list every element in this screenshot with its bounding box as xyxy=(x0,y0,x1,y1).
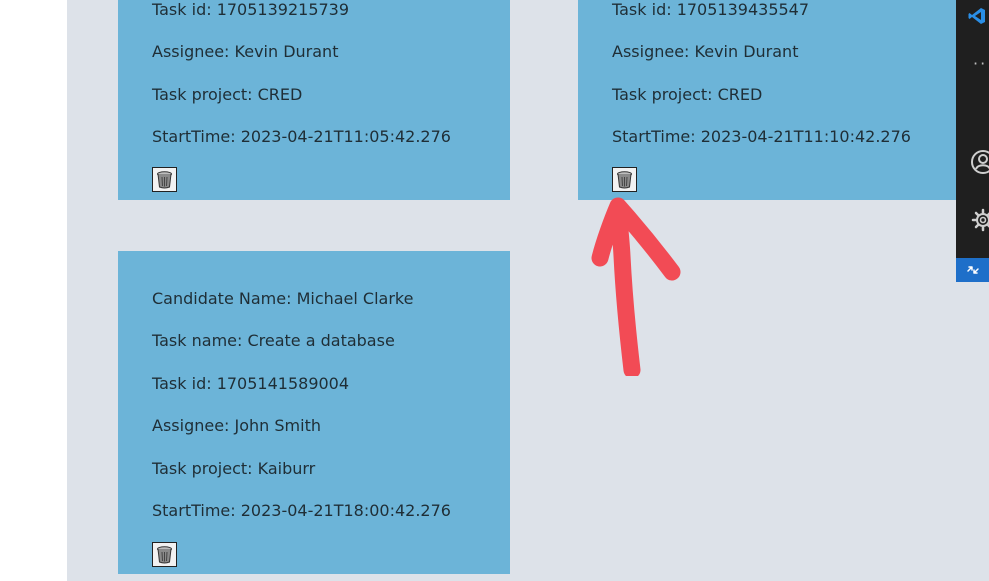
vscode-activity-bar: ·· xyxy=(956,0,989,282)
remote-connection-icon xyxy=(966,266,979,274)
trash-icon xyxy=(617,171,632,189)
red-arrow-annotation xyxy=(591,197,681,376)
remote-indicator[interactable] xyxy=(956,258,989,282)
ellipsis-icon[interactable]: ·· xyxy=(973,54,987,73)
gear-icon[interactable] xyxy=(970,207,989,233)
task-assignee: Assignee: Kevin Durant xyxy=(152,42,339,61)
task-id: Task id: 1705139215739 xyxy=(152,0,350,19)
task-id: Task id: 1705141589004 xyxy=(152,374,350,393)
task-start-time: StartTime: 2023-04-21T11:05:42.276 xyxy=(152,127,451,146)
trash-icon xyxy=(157,171,172,189)
trash-icon xyxy=(157,546,172,564)
account-icon[interactable] xyxy=(970,149,989,175)
task-project: Task project: CRED xyxy=(152,85,303,104)
task-id: Task id: 1705139435547 xyxy=(612,0,810,19)
task-start-time: StartTime: 2023-04-21T18:00:42.276 xyxy=(152,501,451,520)
delete-task-button[interactable] xyxy=(152,167,177,192)
candidate-name: Candidate Name: Michael Clarke xyxy=(152,289,414,308)
task-card: Task id: 1705139215739 Assignee: Kevin D… xyxy=(118,0,510,200)
task-assignee: Assignee: John Smith xyxy=(152,416,321,435)
delete-task-button[interactable] xyxy=(152,542,177,567)
task-start-time: StartTime: 2023-04-21T11:10:42.276 xyxy=(612,127,911,146)
vscode-logo-icon[interactable] xyxy=(968,7,986,25)
task-assignee: Assignee: Kevin Durant xyxy=(612,42,799,61)
task-card: Task id: 1705139435547 Assignee: Kevin D… xyxy=(578,0,956,200)
task-project: Task project: Kaiburr xyxy=(152,459,316,478)
task-name: Task name: Create a database xyxy=(152,331,395,350)
delete-task-button[interactable] xyxy=(612,167,637,192)
task-project: Task project: CRED xyxy=(612,85,763,104)
task-card: Candidate Name: Michael Clarke Task name… xyxy=(118,251,510,574)
